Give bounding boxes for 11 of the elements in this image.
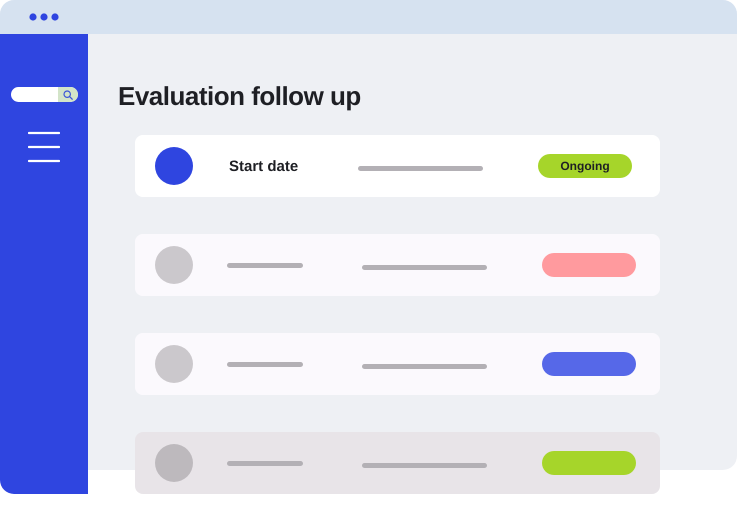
menu-icon[interactable] bbox=[28, 131, 60, 163]
search-icon[interactable] bbox=[62, 90, 72, 100]
avatar bbox=[155, 345, 193, 383]
page-title: Evaluation follow up bbox=[118, 81, 362, 111]
search-field[interactable] bbox=[10, 87, 78, 102]
row-label: Start date bbox=[229, 158, 300, 174]
avatar bbox=[155, 444, 193, 482]
avatar bbox=[155, 246, 193, 284]
avatar bbox=[155, 147, 193, 185]
status-badge: Ongoing bbox=[538, 154, 632, 178]
window-dots-icon bbox=[29, 13, 59, 21]
